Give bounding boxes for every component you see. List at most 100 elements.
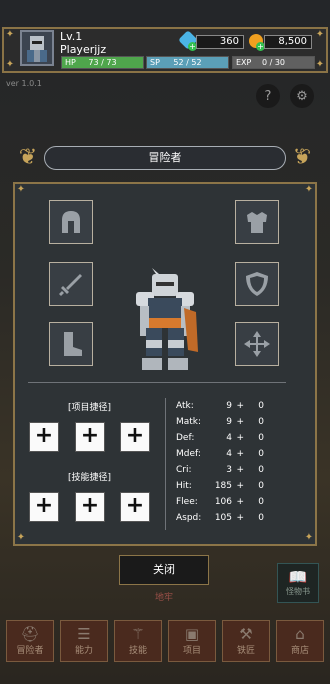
sword-icon [59, 274, 82, 296]
shield-icon [246, 272, 268, 296]
knight-portrait-icon [27, 36, 47, 62]
stat-name: Atk: [176, 401, 194, 411]
help-button[interactable]: ? [256, 84, 280, 108]
bag-icon: ▣ [184, 625, 200, 643]
right-wing-ornament-icon: ❦ [292, 145, 312, 170]
hp-bar: HP 73 / 73 [61, 56, 144, 69]
item-shortcut-slot-2[interactable]: + [75, 422, 105, 452]
corner-ornament-icon: ✦ [5, 29, 15, 40]
stat-plus: + [236, 417, 244, 427]
nav-adventurer[interactable]: ⛑ 冒险者 [6, 620, 54, 662]
stat-name: Mdef: [176, 449, 201, 459]
stat-bonus: 0 [258, 497, 264, 507]
accessory-slot[interactable] [235, 322, 279, 366]
item-shortcut-slot-1[interactable]: + [29, 422, 59, 452]
monster-book-button[interactable]: 📖 怪物书 [277, 563, 319, 603]
help-icon: ? [264, 88, 272, 104]
divider [28, 382, 286, 383]
stat-base: 105 [214, 513, 232, 523]
corner-ornament-icon: ✦ [315, 29, 325, 40]
anvil-icon: ⚒ [239, 625, 253, 643]
nav-items[interactable]: ▣ 项目 [168, 620, 216, 662]
corner-ornament-icon: ✦ [304, 184, 314, 195]
stat-base: 3 [226, 465, 232, 475]
nav-ability[interactable]: ☰ 能力 [60, 620, 108, 662]
stat-base: 106 [214, 497, 232, 507]
settings-button[interactable]: ⚙ [290, 84, 314, 108]
stat-name: Cri: [176, 465, 192, 475]
stat-bonus: 0 [258, 465, 264, 475]
stat-plus: + [236, 465, 244, 475]
stat-row: Atk: 9 +0 [176, 401, 264, 414]
stat-name: Def: [176, 433, 195, 443]
boots-icon [64, 332, 82, 356]
skill-shortcut-slot-1[interactable]: + [29, 492, 59, 522]
stat-bonus: 0 [258, 417, 264, 427]
stat-base: 9 [226, 401, 232, 411]
shield-slot[interactable] [235, 262, 279, 306]
armor-slot[interactable] [235, 200, 279, 244]
stat-row: Def: 4 +0 [176, 433, 264, 446]
nav-label: 商店 [290, 646, 309, 656]
weapon-slot[interactable] [49, 262, 93, 306]
skill-shortcut-slot-2[interactable]: + [75, 492, 105, 522]
hp-value: 73 / 73 [88, 58, 117, 67]
armor-icon [247, 212, 267, 233]
skill-shortcut-slot-3[interactable]: + [120, 492, 150, 522]
stat-row: Cri: 3 +0 [176, 465, 264, 478]
stat-plus: + [236, 401, 244, 411]
stat-base: 4 [226, 449, 232, 459]
avatar[interactable] [20, 30, 54, 66]
player-level: Lv.1 [60, 30, 83, 43]
gear-icon: ⚙ [296, 88, 308, 104]
item-shortcut-slot-3[interactable]: + [120, 422, 150, 452]
stat-row: Matk: 9 +0 [176, 417, 264, 430]
gem-count: 360 [196, 35, 244, 49]
stat-bonus: 0 [258, 481, 264, 491]
corner-ornament-icon: ✦ [304, 532, 314, 543]
close-button[interactable]: 关闭 [119, 555, 209, 585]
corner-ornament-icon: ✦ [5, 59, 15, 70]
exp-value: 0 / 30 [261, 58, 286, 67]
wand-icon: ⚚ [131, 625, 145, 643]
helmet-icon [62, 211, 80, 233]
boots-slot[interactable] [49, 322, 93, 366]
panel-title: 冒险者 [44, 146, 286, 170]
stat-bonus: 0 [258, 433, 264, 443]
nav-label: 项目 [182, 646, 201, 656]
stat-base: 185 [214, 481, 232, 491]
nav-label: 冒险者 [16, 646, 44, 656]
skill-shortcut-label: [技能捷径] [68, 473, 112, 483]
corner-ornament-icon: ✦ [16, 184, 26, 195]
stat-name: Hit: [176, 481, 192, 491]
dungeon-label[interactable]: 地牢 [141, 590, 187, 603]
item-shortcut-label: [项目捷径] [68, 403, 112, 413]
stat-name: Aspd: [176, 513, 202, 523]
player-name: Playerjjz [60, 43, 107, 56]
nav-shop[interactable]: ⌂ 商店 [276, 620, 324, 662]
nav-label: 技能 [128, 646, 147, 656]
stat-plus: + [236, 497, 244, 507]
nav-skills[interactable]: ⚚ 技能 [114, 620, 162, 662]
stat-bonus: 0 [258, 401, 264, 411]
nav-blacksmith[interactable]: ⚒ 铁匠 [222, 620, 270, 662]
nav-label: 能力 [74, 646, 93, 656]
stat-name: Flee: [176, 497, 198, 507]
stat-row: Aspd: 105 +0 [176, 513, 264, 526]
sp-bar: SP 52 / 52 [146, 56, 229, 69]
knight-character-icon [136, 268, 198, 370]
divider [165, 398, 166, 530]
helmet-slot[interactable] [49, 200, 93, 244]
gold-count: 8,500 [264, 35, 312, 49]
version-text: ver 1.0.1 [6, 79, 42, 88]
book-icon: 📖 [288, 568, 308, 586]
nav-label: 铁匠 [236, 646, 255, 656]
exp-bar: EXP 0 / 30 [232, 56, 315, 69]
sp-value: 52 / 52 [173, 58, 202, 67]
stat-plus: + [236, 481, 244, 491]
stat-plus: + [236, 433, 244, 443]
four-arrows-icon [244, 331, 270, 357]
stat-plus: + [236, 513, 244, 523]
left-wing-ornament-icon: ❦ [18, 145, 38, 170]
helmet-icon: ⛑ [20, 625, 40, 643]
